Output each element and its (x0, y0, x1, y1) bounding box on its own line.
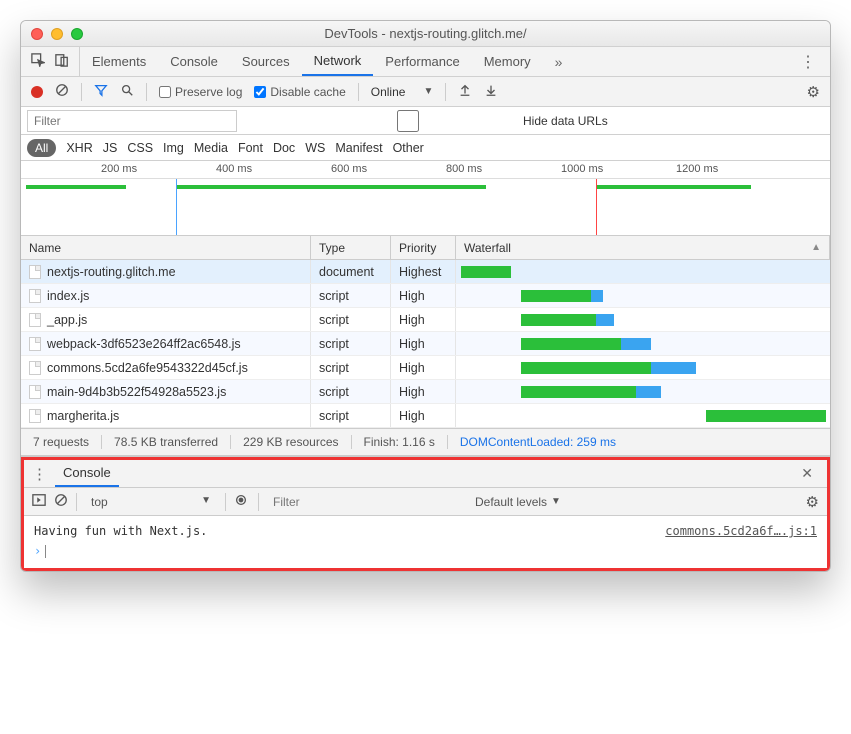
file-icon (29, 289, 41, 303)
console-prompt[interactable]: › (34, 544, 817, 558)
header-priority[interactable]: Priority (391, 236, 456, 259)
header-type[interactable]: Type (311, 236, 391, 259)
tab-elements[interactable]: Elements (80, 47, 158, 76)
inspect-icon[interactable] (31, 53, 45, 70)
filter-js[interactable]: JS (103, 141, 118, 155)
status-domcontentloaded: DOMContentLoaded: 259 ms (448, 435, 628, 449)
more-tabs-icon[interactable]: » (547, 54, 571, 70)
throttling-select[interactable]: Online▼ (371, 85, 434, 99)
file-icon (29, 409, 41, 423)
filter-xhr[interactable]: XHR (66, 141, 92, 155)
status-finish: Finish: 1.16 s (352, 435, 448, 449)
filter-input[interactable] (27, 110, 237, 132)
hide-data-urls-checkbox[interactable]: Hide data URLs (297, 110, 608, 132)
file-icon (29, 361, 41, 375)
window-title: DevTools - nextjs-routing.glitch.me/ (21, 26, 830, 41)
tab-network[interactable]: Network (302, 47, 374, 76)
console-settings-icon[interactable]: ⚙ (806, 493, 819, 511)
console-toolbar: top▼ Default levels▼ ⚙ (24, 488, 827, 516)
filter-doc[interactable]: Doc (273, 141, 295, 155)
status-bar: 7 requests 78.5 KB transferred 229 KB re… (21, 428, 830, 456)
titlebar: DevTools - nextjs-routing.glitch.me/ (21, 21, 830, 47)
filter-other[interactable]: Other (393, 141, 424, 155)
network-settings-icon[interactable]: ⚙ (807, 83, 820, 101)
filter-toggle-icon[interactable] (94, 83, 108, 100)
filter-media[interactable]: Media (194, 141, 228, 155)
header-name[interactable]: Name (21, 236, 311, 259)
record-button[interactable] (31, 86, 43, 98)
clear-console-icon[interactable] (54, 493, 68, 510)
filter-ws[interactable]: WS (305, 141, 325, 155)
console-drawer: ⋮ Console ✕ top▼ Default levels▼ ⚙ (21, 456, 830, 571)
table-row[interactable]: index.js script High (21, 284, 830, 308)
type-filters: All XHR JS CSS Img Media Font Doc WS Man… (21, 135, 830, 161)
file-icon (29, 337, 41, 351)
console-filter-input[interactable] (267, 495, 347, 509)
table-row[interactable]: commons.5cd2a6fe9543322d45cf.js script H… (21, 356, 830, 380)
log-levels-select[interactable]: Default levels▼ (475, 495, 561, 509)
file-icon (29, 313, 41, 327)
filter-bar: Hide data URLs (21, 107, 830, 135)
tab-memory[interactable]: Memory (472, 47, 543, 76)
console-message[interactable]: Having fun with Next.js. commons.5cd2a6f… (34, 522, 817, 540)
requests-table: Name Type Priority Waterfall▲ nextjs-rou… (21, 236, 830, 428)
table-row[interactable]: main-9d4b3b522f54928a5523.js script High (21, 380, 830, 404)
drawer-close-icon[interactable]: ✕ (795, 465, 819, 482)
context-select[interactable]: top▼ (85, 495, 217, 509)
drawer-tabs: ⋮ Console ✕ (24, 460, 827, 488)
console-source-link[interactable]: commons.5cd2a6f….js:1 (665, 524, 817, 538)
tab-sources[interactable]: Sources (230, 47, 302, 76)
devtools-window: DevTools - nextjs-routing.glitch.me/ Ele… (20, 20, 831, 572)
device-toolbar-icon[interactable] (55, 53, 69, 70)
table-row[interactable]: nextjs-routing.glitch.me document Highes… (21, 260, 830, 284)
preserve-log-checkbox[interactable]: Preserve log (159, 85, 242, 99)
table-row[interactable]: margherita.js script High (21, 404, 830, 428)
sort-arrow-icon: ▲ (811, 242, 821, 253)
status-requests: 7 requests (33, 435, 102, 449)
drawer-tab-console[interactable]: Console (55, 460, 119, 487)
network-toolbar: Preserve log Disable cache Online▼ ⚙ (21, 77, 830, 107)
console-output: Having fun with Next.js. commons.5cd2a6f… (24, 516, 827, 568)
filter-all[interactable]: All (27, 139, 56, 157)
status-transferred: 78.5 KB transferred (102, 435, 231, 449)
file-icon (29, 265, 41, 279)
upload-har-icon[interactable] (458, 83, 472, 100)
filter-manifest[interactable]: Manifest (335, 141, 382, 155)
status-resources: 229 KB resources (231, 435, 351, 449)
live-expression-icon[interactable] (234, 493, 248, 510)
download-har-icon[interactable] (484, 83, 498, 100)
console-sidebar-toggle-icon[interactable] (32, 493, 46, 510)
file-icon (29, 385, 41, 399)
filter-font[interactable]: Font (238, 141, 263, 155)
tab-console[interactable]: Console (158, 47, 230, 76)
clear-icon[interactable] (55, 83, 69, 100)
tab-performance[interactable]: Performance (373, 47, 471, 76)
search-icon[interactable] (120, 83, 134, 100)
filter-img[interactable]: Img (163, 141, 184, 155)
drawer-menu-icon[interactable]: ⋮ (32, 465, 47, 483)
disable-cache-checkbox[interactable]: Disable cache (254, 85, 345, 99)
settings-menu-icon[interactable]: ⋮ (786, 52, 830, 72)
table-row[interactable]: _app.js script High (21, 308, 830, 332)
header-waterfall[interactable]: Waterfall▲ (456, 236, 830, 259)
table-header: Name Type Priority Waterfall▲ (21, 236, 830, 260)
filter-css[interactable]: CSS (127, 141, 153, 155)
main-tabs: Elements Console Sources Network Perform… (21, 47, 830, 77)
timeline-overview[interactable]: 200 ms 400 ms 600 ms 800 ms 1000 ms 1200… (21, 161, 830, 236)
table-row[interactable]: webpack-3df6523e264ff2ac6548.js script H… (21, 332, 830, 356)
